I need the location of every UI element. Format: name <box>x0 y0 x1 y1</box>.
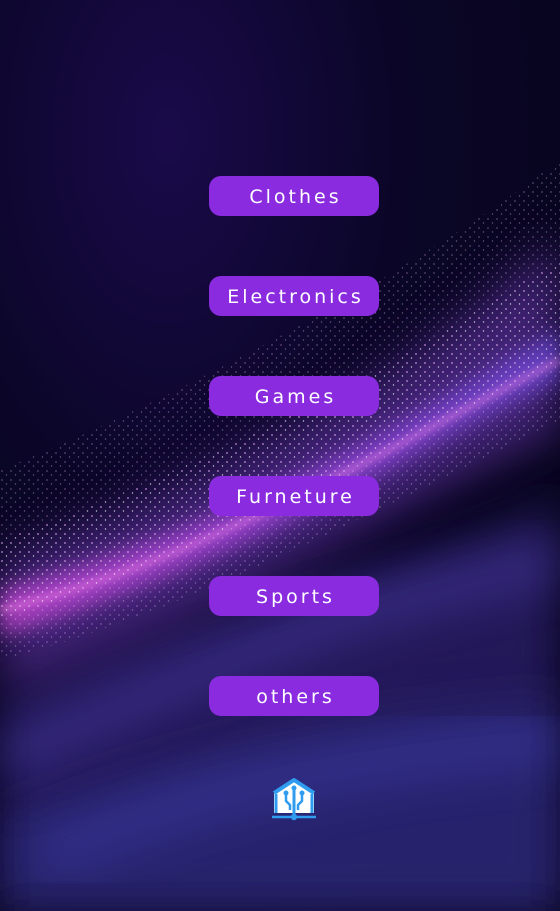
category-button-electronics[interactable]: Electronics <box>209 276 379 316</box>
category-button-sports[interactable]: Sports <box>209 576 379 616</box>
smart-home-icon <box>270 777 318 823</box>
category-button-furniture[interactable]: Furneture <box>209 476 379 516</box>
category-menu: Clothes Electronics Games Furneture Spor… <box>0 0 560 911</box>
category-button-others[interactable]: others <box>209 676 379 716</box>
category-button-clothes[interactable]: Clothes <box>209 176 379 216</box>
category-button-games[interactable]: Games <box>209 376 379 416</box>
